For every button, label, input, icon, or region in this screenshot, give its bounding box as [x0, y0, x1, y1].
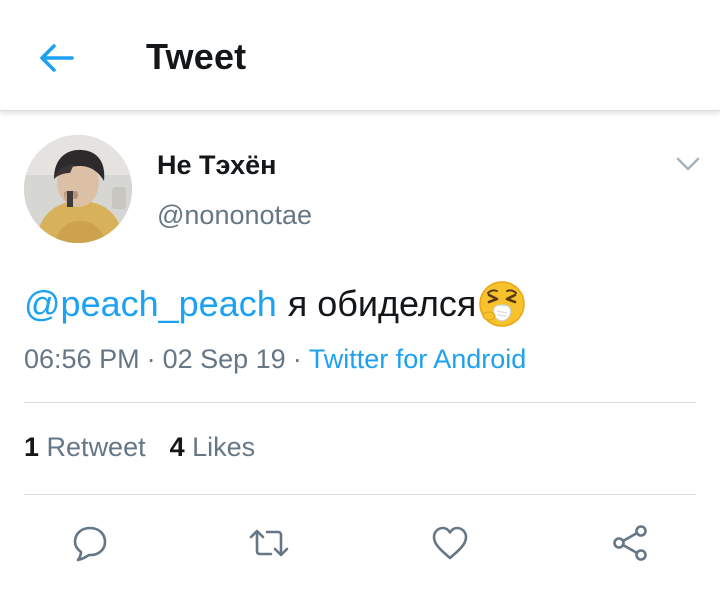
divider [24, 494, 696, 495]
reply-button[interactable] [65, 515, 115, 571]
back-button[interactable] [36, 40, 76, 76]
retweets-count: 1 [24, 432, 40, 462]
likes-stat[interactable]: 4 Likes [170, 432, 256, 462]
tweet-time: 06:56 PM [24, 344, 140, 374]
meta-separator: · [292, 344, 302, 374]
reply-icon [73, 526, 107, 562]
sneezing-face-emoji [479, 281, 526, 327]
arrow-left-icon [40, 44, 74, 72]
like-button[interactable] [425, 515, 475, 571]
share-icon [613, 525, 647, 561]
username[interactable]: @nononotae [157, 200, 312, 231]
chevron-down-icon [676, 157, 700, 171]
retweets-stat[interactable]: 1 Retweet [24, 432, 146, 462]
tweet-date: 02 Sep 19 [162, 344, 286, 374]
tweet-body: я обиделся [287, 283, 477, 324]
tweet-options-button[interactable] [672, 152, 704, 176]
tweet-stats: 1 Retweet 4 Likes [24, 432, 255, 463]
retweet-icon [249, 529, 289, 557]
likes-label: Likes [192, 432, 256, 462]
app-header: Tweet [0, 0, 720, 111]
page-title: Tweet [146, 36, 247, 77]
share-button[interactable] [605, 515, 655, 571]
retweets-label: Retweet [46, 432, 146, 462]
meta-separator: · [146, 344, 156, 374]
divider [24, 402, 696, 403]
tweet-source-link[interactable]: Twitter for Android [309, 344, 527, 374]
mention-link[interactable]: @peach_peach [24, 283, 277, 325]
profile-photo [24, 135, 132, 243]
avatar[interactable] [24, 135, 132, 243]
retweet-button[interactable] [244, 515, 294, 571]
heart-icon [432, 526, 468, 560]
tweet-actions-bar [0, 515, 720, 571]
likes-count: 4 [169, 432, 185, 462]
display-name[interactable]: Не Тэхён [157, 150, 276, 181]
tweet-meta: 06:56 PM · 02 Sep 19 · Twitter for Android [24, 344, 526, 375]
tweet-text: @peach_peach я обиделся [24, 280, 526, 328]
